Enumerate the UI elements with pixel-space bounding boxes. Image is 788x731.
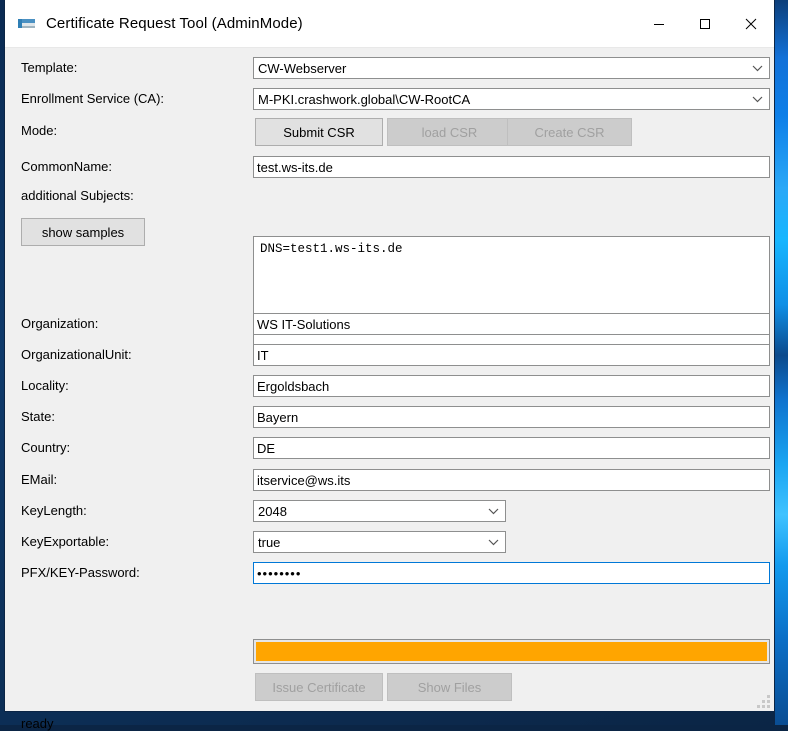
email-input[interactable]	[253, 469, 770, 491]
label-state: State:	[21, 409, 55, 424]
key-length-combobox[interactable]: 2048	[253, 500, 506, 522]
desktop-wallpaper-strip	[775, 0, 788, 725]
label-common-name: CommonName:	[21, 159, 113, 174]
label-email: EMail:	[21, 472, 58, 487]
minimize-icon	[654, 23, 664, 25]
window-title: Certificate Request Tool (AdminMode)	[46, 15, 303, 32]
state-input[interactable]	[253, 406, 770, 428]
show-samples-button[interactable]: show samples	[21, 218, 145, 246]
form-client-area: Template: CW-Webserver Enrollment Servic…	[5, 48, 774, 731]
enrollment-service-value: M-PKI.crashwork.global\CW-RootCA	[258, 91, 471, 107]
progress-bar-fill	[256, 642, 767, 661]
chevron-down-icon	[483, 501, 503, 521]
label-additional-subjects: additional Subjects:	[21, 188, 134, 203]
certificate-request-tool-window: Certificate Request Tool (AdminMode) Tem	[4, 0, 775, 731]
resize-grip[interactable]	[757, 695, 771, 709]
label-mode: Mode:	[21, 123, 58, 138]
close-button[interactable]	[728, 0, 774, 47]
show-files-button[interactable]: Show Files	[387, 673, 512, 701]
organization-input[interactable]	[253, 313, 770, 335]
close-icon	[745, 18, 757, 29]
create-csr-button[interactable]: Create CSR	[507, 118, 632, 146]
maximize-button[interactable]	[682, 0, 728, 47]
chevron-down-icon	[747, 58, 767, 78]
label-key-length: KeyLength:	[21, 503, 87, 518]
certificate-icon	[17, 14, 37, 34]
country-input[interactable]	[253, 437, 770, 459]
label-template: Template:	[21, 60, 78, 75]
label-organizational-unit: OrganizationalUnit:	[21, 347, 132, 362]
enrollment-service-combobox[interactable]: M-PKI.crashwork.global\CW-RootCA	[253, 88, 770, 110]
organizational-unit-input[interactable]	[253, 344, 770, 366]
label-locality: Locality:	[21, 378, 69, 393]
template-combobox[interactable]: CW-Webserver	[253, 57, 770, 79]
label-enrollment-service: Enrollment Service (CA):	[21, 91, 165, 106]
progress-bar	[253, 639, 770, 664]
issue-certificate-button[interactable]: Issue Certificate	[255, 673, 383, 701]
load-csr-button[interactable]: load CSR	[387, 118, 512, 146]
chevron-down-icon	[747, 89, 767, 109]
label-key-exportable: KeyExportable:	[21, 534, 110, 549]
key-length-value: 2048	[258, 503, 287, 519]
locality-input[interactable]	[253, 375, 770, 397]
key-exportable-value: true	[258, 534, 281, 550]
label-organization: Organization:	[21, 316, 99, 331]
window-controls	[636, 0, 774, 47]
key-exportable-combobox[interactable]: true	[253, 531, 506, 553]
password-input[interactable]	[253, 562, 770, 584]
label-password: PFX/KEY-Password:	[21, 565, 140, 580]
template-value: CW-Webserver	[258, 60, 347, 76]
status-text: ready	[21, 716, 54, 731]
title-bar[interactable]: Certificate Request Tool (AdminMode)	[5, 0, 774, 48]
common-name-input[interactable]	[253, 156, 770, 178]
label-country: Country:	[21, 440, 71, 455]
minimize-button[interactable]	[636, 0, 682, 47]
chevron-down-icon	[483, 532, 503, 552]
submit-csr-button[interactable]: Submit CSR	[255, 118, 383, 146]
maximize-icon	[700, 18, 710, 29]
